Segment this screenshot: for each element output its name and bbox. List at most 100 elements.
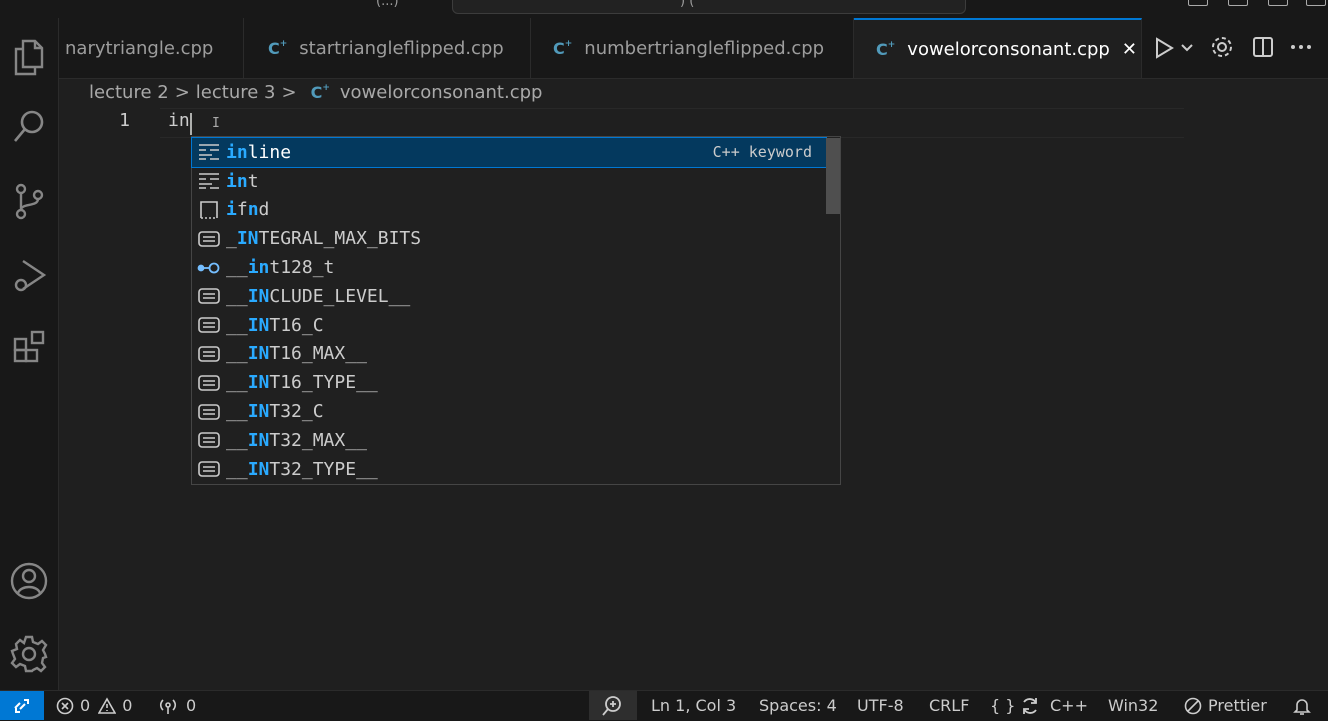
remote-icon[interactable] — [0, 691, 44, 720]
error-icon — [56, 697, 74, 714]
run-debug-icon[interactable] — [4, 250, 54, 300]
gear-icon[interactable] — [1210, 35, 1234, 63]
text-icon — [196, 460, 222, 478]
search-icon[interactable] — [4, 102, 54, 152]
suggest-item-label: __int128_t — [226, 257, 335, 279]
run-icon[interactable] — [1152, 36, 1176, 64]
cpp-file-icon: C+ — [553, 38, 573, 58]
chevron-down-icon[interactable] — [1180, 40, 1194, 59]
command-center[interactable] — [452, 0, 966, 14]
suggest-item[interactable]: __INCLUDE_LEVEL__ — [192, 282, 826, 311]
cursor-position[interactable]: Ln 1, Col 3 — [651, 691, 736, 720]
source-control-icon[interactable] — [4, 176, 54, 226]
suggest-item-label: __INT32_TYPE__ — [226, 458, 378, 480]
explorer-icon[interactable] — [4, 32, 54, 82]
tab-vowelorconsonant[interactable]: C+ vowelorconsonant.cpp ✕ — [854, 18, 1142, 78]
error-count: 0 — [80, 696, 91, 715]
encoding[interactable]: UTF-8 — [857, 691, 904, 720]
breadcrumb-separator: > — [174, 81, 190, 103]
text-icon — [196, 345, 222, 363]
current-line-highlight — [160, 108, 1184, 138]
suggest-item-label: int — [226, 170, 259, 192]
cpp-configuration[interactable]: Win32 — [1108, 691, 1158, 720]
suggest-scrollbar[interactable] — [826, 138, 840, 214]
suggest-detail: C++ keyword — [712, 143, 812, 162]
suggest-item-label: __INCLUDE_LEVEL__ — [226, 285, 411, 307]
keyword-icon — [196, 143, 222, 161]
tab-label: narytriangle.cpp — [65, 37, 214, 59]
tab-numbertriangleflipped[interactable]: C+ numbertriangleflipped.cpp — [531, 18, 854, 78]
suggest-item-label: inline — [226, 141, 292, 163]
suggest-item-label: __INT32_MAX__ — [226, 429, 367, 451]
typeparam-icon — [196, 261, 222, 275]
bell-icon[interactable] — [1292, 691, 1312, 720]
line-ending[interactable]: CRLF — [929, 691, 969, 720]
title-fragment: ) ( — [680, 0, 695, 9]
cpp-file-icon: C+ — [268, 38, 288, 58]
language-mode[interactable]: C++ — [1020, 691, 1088, 720]
ports-indicator[interactable]: 0 — [158, 691, 196, 720]
more-actions-icon[interactable] — [1289, 35, 1313, 63]
tab-label: startriangleflipped.cpp — [299, 37, 504, 59]
suggest-item[interactable]: __INT32_TYPE__ — [192, 455, 826, 484]
breadcrumb-separator: > — [281, 81, 297, 103]
suggest-item-label: ifnd — [226, 199, 270, 221]
layout-panel-icon[interactable] — [1228, 0, 1248, 6]
snippet-icon — [196, 200, 222, 220]
language-label: C++ — [1050, 696, 1088, 715]
suggest-item-label: __INT32_C — [226, 401, 324, 423]
title-fragment: (...) — [376, 0, 399, 9]
suggest-item[interactable]: ifnd — [192, 196, 826, 225]
suggest-item[interactable]: _INTEGRAL_MAX_BITS — [192, 224, 826, 253]
text-cursor — [190, 113, 192, 135]
split-editor-icon[interactable] — [1251, 35, 1275, 63]
prettier-label: Prettier — [1208, 696, 1267, 715]
extensions-icon[interactable] — [4, 322, 54, 372]
suggest-item-label: __INT16_TYPE__ — [226, 372, 378, 394]
account-icon[interactable] — [4, 556, 54, 606]
warning-icon — [98, 696, 117, 714]
breadcrumb-item[interactable]: vowelorconsonant.cpp — [340, 82, 543, 103]
tab-label: numbertriangleflipped.cpp — [584, 37, 825, 59]
cpp-file-icon: C+ — [876, 39, 896, 59]
close-icon[interactable]: ✕ — [1122, 39, 1137, 60]
code-line[interactable]: in — [168, 110, 190, 131]
suggest-item[interactable]: __INT16_TYPE__ — [192, 368, 826, 397]
breadcrumb: lecture 2 > lecture 3 > C+ vowelorconson… — [89, 78, 542, 106]
mouse-ibeam-icon: I — [212, 116, 220, 131]
zoom-icon[interactable] — [601, 691, 623, 720]
suggest-item[interactable]: __INT32_C — [192, 397, 826, 426]
broadcast-icon — [159, 698, 177, 714]
indentation[interactable]: Spaces: 4 — [759, 691, 837, 720]
text-icon — [196, 316, 222, 334]
problems-indicator[interactable]: 0 0 — [56, 691, 132, 720]
layout-sidebar-icon[interactable] — [1268, 0, 1288, 6]
keyword-icon — [196, 172, 222, 190]
warning-count: 0 — [122, 696, 133, 715]
ports-count: 0 — [186, 696, 197, 715]
tab-startriangleflipped[interactable]: C+ startriangleflipped.cpp — [244, 18, 531, 78]
cpp-file-icon: C+ — [310, 82, 330, 102]
breadcrumb-item[interactable]: lecture 2 — [89, 82, 169, 103]
suggest-item-label: __INT16_MAX__ — [226, 343, 367, 365]
customize-layout-icon[interactable] — [1306, 0, 1326, 6]
breadcrumb-item[interactable]: lecture 3 — [196, 82, 276, 103]
suggest-item-label: __INT16_C — [226, 314, 324, 336]
text-icon — [196, 374, 222, 392]
layout-icon[interactable] — [1188, 0, 1208, 6]
manage-gear-icon[interactable] — [4, 629, 54, 679]
text-icon — [196, 287, 222, 305]
text-icon — [196, 230, 222, 248]
tab-narytriangle[interactable]: narytriangle.cpp — [59, 18, 244, 78]
language-status-braces[interactable]: { } — [990, 691, 1015, 720]
suggest-item-label: _INTEGRAL_MAX_BITS — [226, 228, 422, 250]
suggest-item[interactable]: inline C++ keyword — [191, 137, 827, 168]
line-number: 1 — [119, 110, 130, 131]
suggest-item[interactable]: __int128_t — [192, 253, 826, 282]
suggest-item[interactable]: __INT16_C — [192, 311, 826, 340]
suggest-item[interactable]: int — [192, 167, 826, 196]
suggest-widget[interactable]: inline C++ keyword int ifnd _INTEGRAL_MAX_BI… — [191, 136, 841, 485]
suggest-item[interactable]: __INT16_MAX__ — [192, 340, 826, 369]
suggest-item[interactable]: __INT32_MAX__ — [192, 426, 826, 455]
prettier-status[interactable]: Prettier — [1184, 691, 1267, 720]
